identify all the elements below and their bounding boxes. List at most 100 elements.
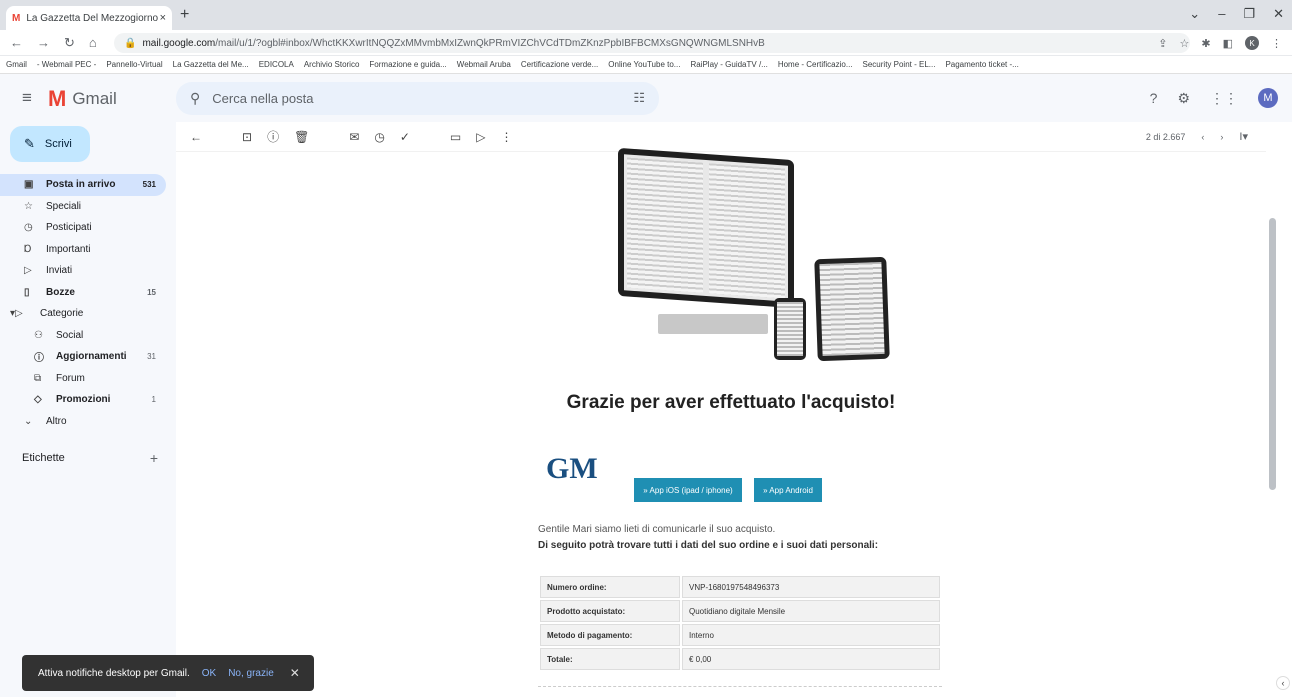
sidebar-item-drafts[interactable]: ▯ Bozze 15 bbox=[0, 282, 176, 304]
sidebar-item-label: Aggiornamenti bbox=[56, 351, 127, 363]
add-label-icon[interactable]: + bbox=[150, 450, 158, 466]
sidebar-item-label: Bozze bbox=[46, 286, 75, 298]
sidebar-item-updates[interactable]: ⓘ Aggiornamenti 31 bbox=[0, 346, 176, 368]
inbox-icon: ▣ bbox=[24, 179, 34, 191]
apps-grid-icon[interactable]: ⋮⋮ bbox=[1210, 90, 1238, 107]
bookmarks-bar: Gmail - Webmail PEC - Pannello-Virtual La G… bbox=[0, 56, 1292, 74]
report-spam-icon[interactable]: ⓘ bbox=[267, 128, 279, 145]
delete-icon[interactable]: 🗑 bbox=[294, 130, 309, 144]
sidebar-item-sent[interactable]: ▷ Inviati bbox=[0, 260, 176, 282]
back-to-inbox-icon[interactable]: ← bbox=[190, 130, 202, 144]
newspaper-monitor-image bbox=[618, 147, 798, 354]
email-intro: Gentile Mari siamo lieti di comunicarle … bbox=[538, 524, 776, 535]
add-task-icon[interactable]: ✓ bbox=[400, 130, 410, 144]
draft-icon: ▯ bbox=[24, 286, 30, 298]
label-icon[interactable]: ▷ bbox=[476, 130, 485, 144]
bookmark-item[interactable]: EDICOLA bbox=[259, 60, 294, 69]
settings-gear-icon[interactable]: ⚙ bbox=[1177, 90, 1190, 107]
message-toolbar: ← ⊡ ⓘ 🗑 ✉ ◷ ✓ ▭ ▷ ⋮ bbox=[176, 122, 1266, 152]
input-tools-icon[interactable]: I▾ bbox=[1239, 130, 1248, 143]
archive-icon[interactable]: ⊡ bbox=[242, 130, 252, 144]
table-row: Prodotto acquistato: Quotidiano digitale … bbox=[540, 600, 940, 622]
url-domain: mail.google.com bbox=[142, 37, 216, 49]
bookmark-item[interactable]: Pagamento ticket -... bbox=[945, 60, 1018, 69]
table-value: Quotidiano digitale Mensile bbox=[682, 600, 940, 622]
sidebar-item-label: Social bbox=[56, 329, 84, 341]
bookmark-item[interactable]: Formazione e guida... bbox=[369, 60, 446, 69]
scrollbar[interactable] bbox=[1269, 218, 1276, 490]
account-avatar[interactable]: M bbox=[1258, 88, 1278, 108]
bookmark-item[interactable]: Online YouTube to... bbox=[608, 60, 680, 69]
forward-icon[interactable]: → bbox=[37, 35, 50, 51]
sidebar-item-starred[interactable]: ☆ Speciali bbox=[0, 196, 176, 218]
restore-button[interactable]: ❐ bbox=[1243, 6, 1255, 22]
bookmark-item[interactable]: Gmail bbox=[6, 60, 27, 69]
bookmark-item[interactable]: Webmail Aruba bbox=[457, 60, 511, 69]
bookmark-item[interactable]: Certificazione verde... bbox=[521, 60, 598, 69]
window-controls: ⌄ – ❐ ✕ bbox=[1189, 6, 1284, 22]
move-to-icon[interactable]: ▭ bbox=[450, 130, 461, 144]
search-options-icon[interactable]: ☷ bbox=[633, 90, 645, 106]
gm-logo: GM bbox=[546, 452, 598, 485]
search-icon[interactable]: ⚲ bbox=[190, 90, 200, 107]
sidebar-item-categories[interactable]: ▾▷ Categorie bbox=[0, 303, 176, 325]
sidebar-item-promotions[interactable]: ◇ Promozioni 1 bbox=[0, 389, 176, 411]
toast-close-icon[interactable]: ✕ bbox=[290, 666, 300, 680]
sidebar-item-forums[interactable]: ⧉ Forum bbox=[0, 368, 176, 390]
promotions-count: 1 bbox=[151, 395, 156, 405]
compose-label: Scrivi bbox=[44, 138, 72, 150]
extensions-icon[interactable]: ✱ bbox=[1201, 37, 1210, 50]
compose-button[interactable]: ✎ Scrivi bbox=[10, 126, 90, 162]
bookmark-item[interactable]: Archivio Storico bbox=[304, 60, 360, 69]
browser-profile-avatar[interactable]: K bbox=[1245, 36, 1259, 50]
side-panel-icon[interactable]: ◧ bbox=[1223, 37, 1233, 50]
snooze-icon[interactable]: ◷ bbox=[374, 130, 384, 144]
message-pane: ← ⊡ ⓘ 🗑 ✉ ◷ ✓ ▭ ▷ ⋮ 2 di 2.667 ‹ › I▾ Gr… bbox=[176, 122, 1280, 697]
sidebar-item-more[interactable]: ⌄ Altro bbox=[0, 411, 176, 433]
toast-ok-button[interactable]: OK bbox=[202, 668, 216, 679]
home-icon[interactable]: ⌂ bbox=[89, 35, 97, 51]
sidebar-item-important[interactable]: Ɒ Importanti bbox=[0, 239, 176, 261]
bookmark-item[interactable]: Pannello-Virtual bbox=[106, 60, 162, 69]
search-input[interactable]: ⚲ Cerca nella posta ☷ bbox=[176, 82, 659, 115]
minimize-button[interactable]: – bbox=[1218, 6, 1225, 22]
help-icon[interactable]: ? bbox=[1150, 90, 1158, 106]
close-window-button[interactable]: ✕ bbox=[1273, 6, 1284, 22]
bookmark-item[interactable]: RaiPlay - GuidaTV /... bbox=[690, 60, 767, 69]
browser-tab[interactable]: M La Gazzetta Del Mezzogiorno - A × bbox=[6, 6, 172, 30]
table-value: € 0,00 bbox=[682, 648, 940, 670]
sidebar-item-label: Altro bbox=[46, 415, 67, 427]
new-tab-button[interactable]: + bbox=[180, 6, 189, 24]
reload-icon[interactable]: ↻ bbox=[64, 35, 75, 51]
bookmark-item[interactable]: Security Point - EL... bbox=[863, 60, 936, 69]
tab-search-icon[interactable]: ⌄ bbox=[1189, 6, 1200, 22]
bookmark-item[interactable]: - Webmail PEC - bbox=[37, 60, 96, 69]
toast-no-button[interactable]: No, grazie bbox=[228, 668, 274, 679]
more-options-icon[interactable]: ⋮ bbox=[501, 130, 513, 144]
close-tab-icon[interactable]: × bbox=[160, 12, 166, 24]
bookmark-item[interactable]: Home - Certificazio... bbox=[778, 60, 853, 69]
label-expand-icon: ▾▷ bbox=[10, 308, 23, 320]
expand-side-panel-icon[interactable]: ‹ bbox=[1276, 676, 1290, 690]
gmail-header: ≡ M Gmail ⚲ Cerca nella posta ☷ ? ⚙ ⋮⋮ M bbox=[0, 74, 1292, 122]
table-value: VNP-1680197548496373 bbox=[682, 576, 940, 598]
sidebar-item-label: Posticipati bbox=[46, 222, 92, 234]
share-icon[interactable]: ⇪ bbox=[1158, 37, 1167, 50]
updates-count: 31 bbox=[147, 352, 156, 362]
table-row: Numero ordine: VNP-1680197548496373 bbox=[540, 576, 940, 598]
browser-menu-icon[interactable]: ⋮ bbox=[1271, 37, 1282, 50]
app-ios-button[interactable]: » App iOS (ipad / iphone) bbox=[634, 478, 742, 502]
main-menu-icon[interactable]: ≡ bbox=[22, 88, 32, 108]
older-icon[interactable]: › bbox=[1220, 132, 1223, 142]
sidebar-item-inbox[interactable]: ▣ Posta in arrivo 531 bbox=[0, 174, 166, 196]
bookmark-item[interactable]: La Gazzetta del Me... bbox=[173, 60, 249, 69]
newer-icon[interactable]: ‹ bbox=[1201, 132, 1204, 142]
back-icon[interactable]: ← bbox=[10, 35, 23, 51]
bookmark-star-icon[interactable]: ☆ bbox=[1180, 37, 1190, 50]
gmail-logo[interactable]: M Gmail bbox=[48, 86, 117, 112]
url-field[interactable]: 🔒 mail.google.com /mail/u/1/?ogbl#inbox/… bbox=[114, 33, 1190, 53]
sidebar-item-snoozed[interactable]: ◷ Posticipati bbox=[0, 217, 176, 239]
app-android-button[interactable]: » App Android bbox=[754, 478, 822, 502]
sidebar-item-social[interactable]: ⚇ Social bbox=[0, 325, 176, 347]
mark-unread-icon[interactable]: ✉ bbox=[349, 130, 359, 144]
